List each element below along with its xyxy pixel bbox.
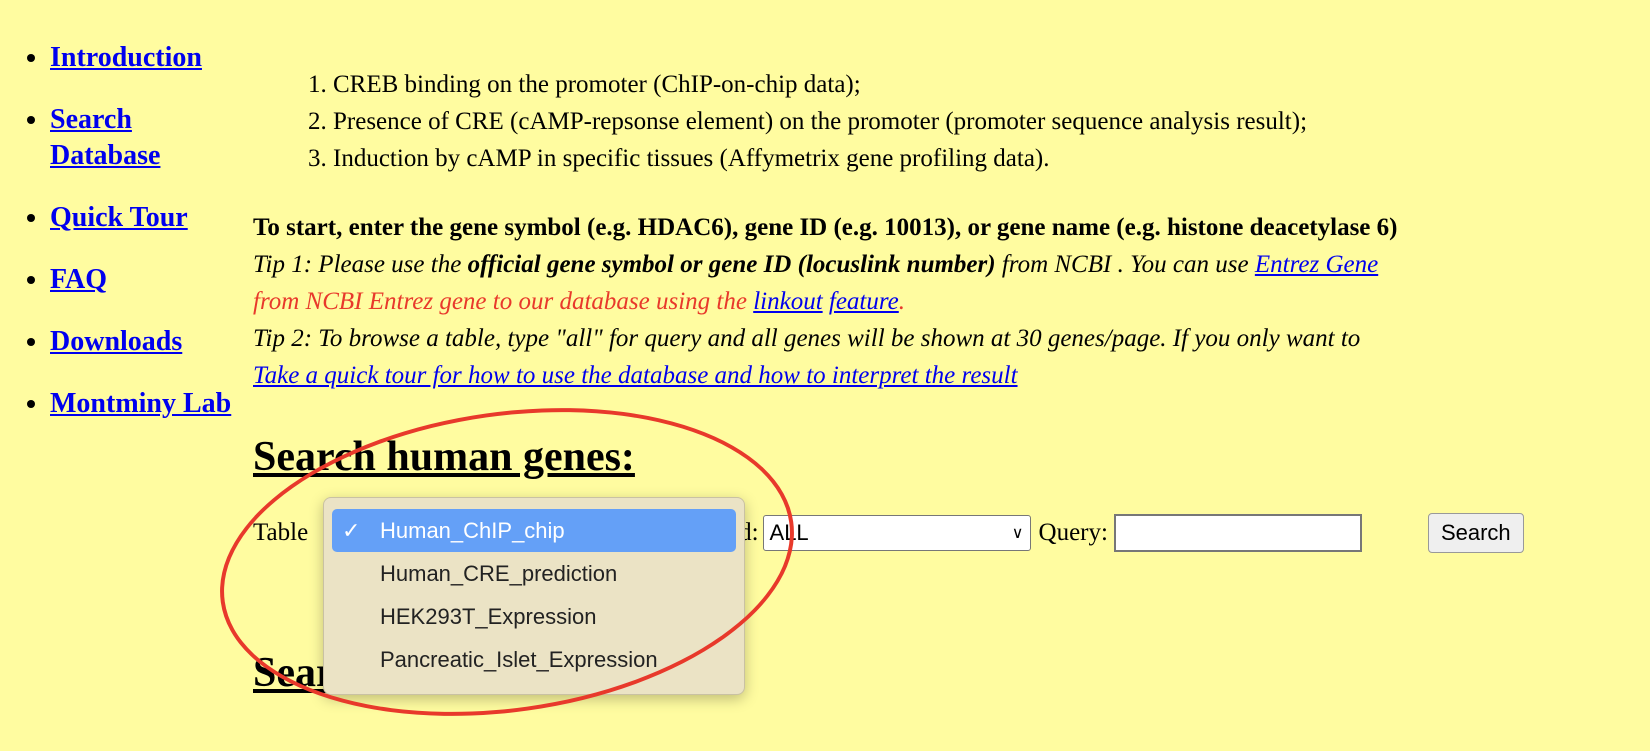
montminy-lab-link[interactable]: Montminy Lab: [50, 388, 231, 419]
search-database-link[interactable]: Search Database: [50, 104, 160, 171]
query-label: Query:: [1038, 519, 1108, 546]
dropdown-option[interactable]: Human_CRE_prediction: [332, 552, 736, 595]
sidebar-nav: Introduction Search Database Quick Tour …: [0, 40, 235, 448]
introduction-link[interactable]: Introduction: [50, 42, 202, 73]
sidebar-item-introduction: Introduction: [50, 40, 235, 76]
tip-2: Tip 2: To browse a table, type "all" for…: [253, 325, 1361, 352]
tip1-bold: official gene symbol or gene ID (locusli…: [467, 251, 996, 278]
sidebar-item-downloads: Downloads: [50, 324, 235, 360]
criteria-list: CREB binding on the promoter (ChIP-on-ch…: [253, 66, 1650, 177]
linkout-link[interactable]: linkout: [753, 288, 822, 315]
downloads-link[interactable]: Downloads: [50, 326, 182, 357]
criteria-item: Presence of CRE (cAMP-repsonse element) …: [333, 103, 1650, 140]
tip1-middle: from NCBI . You can use: [995, 251, 1255, 278]
feature-link[interactable]: feature: [829, 288, 899, 315]
tip1-end: .: [898, 288, 906, 315]
sidebar-item-montminy-lab: Montminy Lab: [50, 386, 235, 422]
human-search-heading: Search human genes:: [253, 434, 635, 480]
table-label: Table: [253, 519, 309, 546]
field-select[interactable]: ALL ∨: [762, 515, 1031, 551]
tip-1-continued: from NCBI Entrez gene to our database us…: [253, 283, 1650, 320]
entrez-gene-link[interactable]: Entrez Gene: [1255, 251, 1378, 278]
tip-1: Tip 1: Please use the official gene symb…: [253, 246, 1650, 283]
dropdown-option[interactable]: Pancreatic_Islet_Expression: [332, 638, 736, 681]
table-dropdown-menu: ✓ Human_ChIP_chip Human_CRE_prediction HE…: [323, 497, 745, 695]
start-instructions: To start, enter the gene symbol (e.g. HD…: [253, 214, 1398, 241]
tip1-red-text: from NCBI Entrez gene to our database us…: [253, 288, 754, 315]
faq-link[interactable]: FAQ: [50, 264, 107, 295]
search-button[interactable]: Search: [1427, 513, 1524, 553]
dropdown-option-selected[interactable]: ✓ Human_ChIP_chip: [332, 509, 736, 552]
quick-tour-tip-link[interactable]: Take a quick tour for how to use the dat…: [253, 362, 1018, 389]
criteria-item: CREB binding on the promoter (ChIP-on-ch…: [333, 66, 1650, 103]
field-value: ALL: [769, 520, 809, 545]
dropdown-option[interactable]: HEK293T_Expression: [332, 595, 736, 638]
sidebar-item-quick-tour: Quick Tour: [50, 200, 235, 236]
criteria-item: Induction by cAMP in specific tissues (A…: [333, 140, 1650, 177]
sidebar-item-faq: FAQ: [50, 262, 235, 298]
chevron-down-icon: ∨: [1011, 525, 1024, 542]
quick-tour-link[interactable]: Quick Tour: [50, 202, 188, 233]
option-label: Human_ChIP_chip: [380, 518, 565, 543]
query-input[interactable]: [1113, 514, 1362, 552]
tip1-prefix: Tip 1: Please use the: [253, 251, 468, 278]
checkmark-icon: ✓: [342, 518, 361, 543]
sidebar-item-search-database: Search Database: [50, 102, 235, 174]
